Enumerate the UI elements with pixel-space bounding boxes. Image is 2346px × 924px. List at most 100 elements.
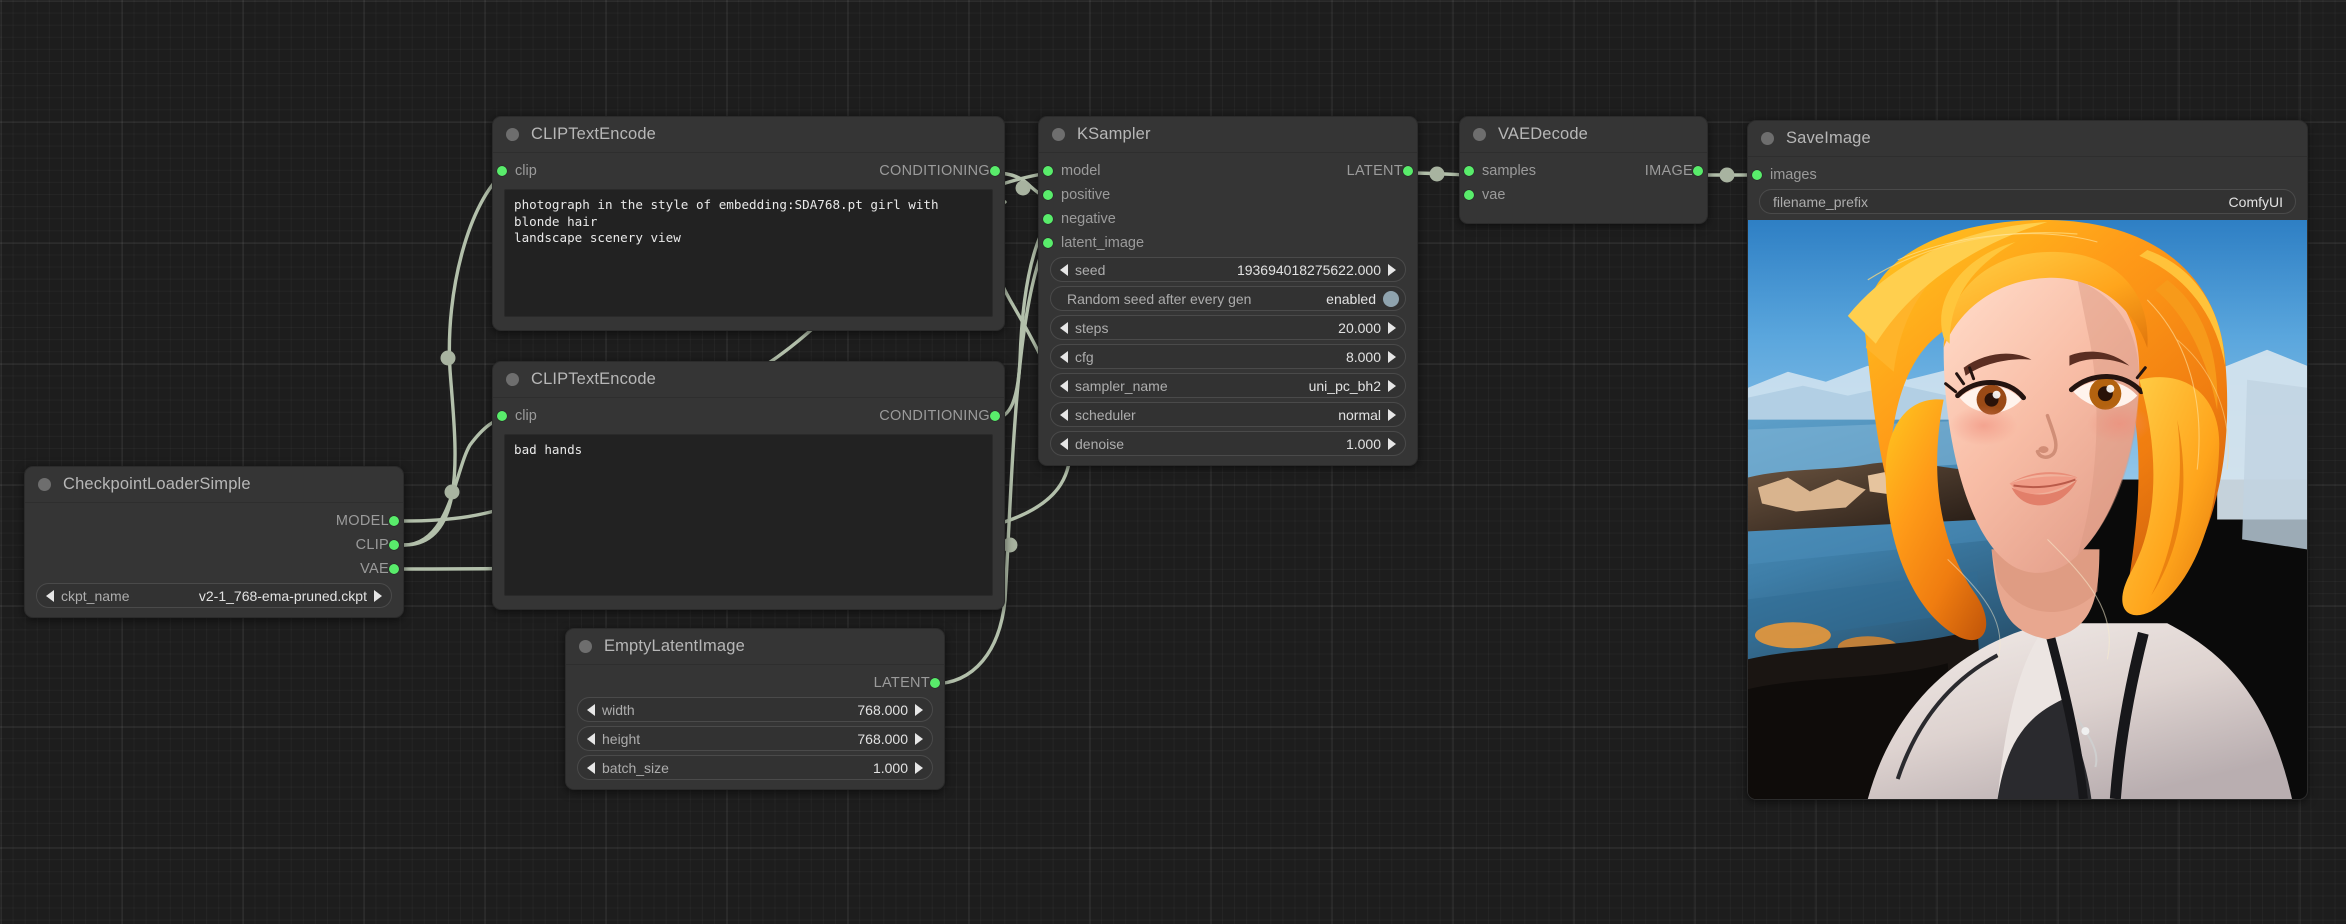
- decrement-arrow-icon[interactable]: [1060, 264, 1068, 276]
- input-slot-vae[interactable]: vae: [1460, 183, 1707, 207]
- io-slot-row-model-latent[interactable]: model LATENT: [1039, 159, 1417, 183]
- widget-ckpt-name[interactable]: ckpt_name v2-1_768-ema-pruned.ckpt: [36, 583, 392, 608]
- increment-arrow-icon[interactable]: [1388, 264, 1396, 276]
- increment-arrow-icon[interactable]: [1388, 409, 1396, 421]
- widget-batch-size[interactable]: batch_size 1.000: [577, 755, 933, 780]
- widget-value: normal: [1338, 407, 1381, 423]
- node-title-label: CLIPTextEncode: [531, 125, 656, 144]
- input-port-dot[interactable]: [1043, 238, 1053, 248]
- increment-arrow-icon[interactable]: [1388, 322, 1396, 334]
- widget-scheduler[interactable]: scheduler normal: [1050, 402, 1406, 427]
- decrement-arrow-icon[interactable]: [1060, 322, 1068, 334]
- output-port-dot[interactable]: [990, 166, 1000, 176]
- node-save-image[interactable]: SaveImage images filename_prefix ComfyUI: [1747, 120, 2308, 800]
- collapse-dot-icon[interactable]: [38, 478, 51, 491]
- decrement-arrow-icon[interactable]: [587, 704, 595, 716]
- increment-arrow-icon[interactable]: [1388, 438, 1396, 450]
- node-title-bar[interactable]: EmptyLatentImage: [566, 629, 944, 665]
- io-slot-row-samples-image[interactable]: samples IMAGE: [1460, 159, 1707, 183]
- prompt-textarea-positive[interactable]: photograph in the style of embedding:SDA…: [504, 189, 993, 317]
- input-port-dot[interactable]: [497, 411, 507, 421]
- widget-cfg[interactable]: cfg 8.000: [1050, 344, 1406, 369]
- increment-arrow-icon[interactable]: [915, 733, 923, 745]
- node-clip-text-encode-positive[interactable]: CLIPTextEncode clip CONDITIONING photogr…: [492, 116, 1005, 331]
- output-port-dot[interactable]: [990, 411, 1000, 421]
- node-title-bar[interactable]: SaveImage: [1748, 121, 2307, 157]
- output-slot-clip[interactable]: CLIP: [25, 533, 403, 557]
- node-title-label: CheckpointLoaderSimple: [63, 475, 251, 494]
- node-checkpoint-loader-simple[interactable]: CheckpointLoaderSimple MODEL CLIP VAE ck…: [24, 466, 404, 618]
- input-port-dot[interactable]: [1043, 166, 1053, 176]
- input-slot-images[interactable]: images: [1748, 163, 2307, 187]
- widget-label: Random seed after every gen: [1067, 291, 1251, 307]
- node-vae-decode[interactable]: VAEDecode samples IMAGE vae: [1459, 116, 1708, 224]
- widget-random-seed-toggle[interactable]: Random seed after every gen enabled: [1050, 286, 1406, 311]
- output-port-dot[interactable]: [389, 564, 399, 574]
- collapse-dot-icon[interactable]: [1052, 128, 1065, 141]
- widget-list: width 768.000 height 768.000 batch_size …: [566, 697, 944, 780]
- widget-label: cfg: [1075, 349, 1094, 365]
- input-slot-latent-image[interactable]: latent_image: [1039, 231, 1417, 255]
- output-port-dot[interactable]: [389, 540, 399, 550]
- collapse-dot-icon[interactable]: [1473, 128, 1486, 141]
- decrement-arrow-icon[interactable]: [1060, 438, 1068, 450]
- output-slot-model[interactable]: MODEL: [25, 509, 403, 533]
- comfyui-graph-canvas[interactable]: .wire { fill:none; stroke:#b3c0ab; strok…: [0, 0, 2346, 924]
- widget-width[interactable]: width 768.000: [577, 697, 933, 722]
- toggle-knob-icon[interactable]: [1383, 291, 1399, 307]
- widget-sampler-name[interactable]: sampler_name uni_pc_bh2: [1050, 373, 1406, 398]
- node-title-bar[interactable]: CheckpointLoaderSimple: [25, 467, 403, 503]
- prompt-textarea-negative[interactable]: bad hands: [504, 434, 993, 596]
- io-slot-row[interactable]: clip CONDITIONING: [493, 404, 1004, 428]
- output-slot-label: CONDITIONING: [879, 163, 990, 179]
- widget-list: seed 193694018275622.000 Random seed aft…: [1039, 257, 1417, 456]
- input-port-dot[interactable]: [1043, 214, 1053, 224]
- output-slot-latent[interactable]: LATENT: [566, 671, 944, 695]
- collapse-dot-icon[interactable]: [506, 128, 519, 141]
- output-port-dot[interactable]: [930, 678, 940, 688]
- decrement-arrow-icon[interactable]: [587, 733, 595, 745]
- decrement-arrow-icon[interactable]: [1060, 409, 1068, 421]
- decrement-arrow-icon[interactable]: [1060, 351, 1068, 363]
- decrement-arrow-icon[interactable]: [1060, 380, 1068, 392]
- widget-denoise[interactable]: denoise 1.000: [1050, 431, 1406, 456]
- link-midpoint-dot-2: [445, 485, 460, 500]
- widget-filename-prefix[interactable]: filename_prefix ComfyUI: [1759, 189, 2296, 214]
- node-title-bar[interactable]: CLIPTextEncode: [493, 362, 1004, 398]
- increment-arrow-icon[interactable]: [915, 762, 923, 774]
- input-port-dot[interactable]: [1464, 166, 1474, 176]
- input-slot-positive[interactable]: positive: [1039, 183, 1417, 207]
- node-ksampler[interactable]: KSampler model LATENT positive negative …: [1038, 116, 1418, 466]
- increment-arrow-icon[interactable]: [1388, 351, 1396, 363]
- collapse-dot-icon[interactable]: [506, 373, 519, 386]
- node-title-bar[interactable]: VAEDecode: [1460, 117, 1707, 153]
- input-port-dot[interactable]: [1043, 190, 1053, 200]
- node-empty-latent-image[interactable]: EmptyLatentImage LATENT width 768.000 he…: [565, 628, 945, 790]
- widget-steps[interactable]: steps 20.000: [1050, 315, 1406, 340]
- decrement-arrow-icon[interactable]: [46, 590, 54, 602]
- generated-image-preview[interactable]: [1748, 220, 2307, 799]
- output-slot-vae[interactable]: VAE: [25, 557, 403, 581]
- output-port-dot[interactable]: [1403, 166, 1413, 176]
- increment-arrow-icon[interactable]: [915, 704, 923, 716]
- node-title-bar[interactable]: KSampler: [1039, 117, 1417, 153]
- widget-height[interactable]: height 768.000: [577, 726, 933, 751]
- node-title-bar[interactable]: CLIPTextEncode: [493, 117, 1004, 153]
- increment-arrow-icon[interactable]: [374, 590, 382, 602]
- node-clip-text-encode-negative[interactable]: CLIPTextEncode clip CONDITIONING bad han…: [492, 361, 1005, 610]
- increment-arrow-icon[interactable]: [1388, 380, 1396, 392]
- input-slot-negative[interactable]: negative: [1039, 207, 1417, 231]
- input-port-dot[interactable]: [497, 166, 507, 176]
- node-title-label: CLIPTextEncode: [531, 370, 656, 389]
- widget-label: width: [602, 702, 635, 718]
- io-slot-row[interactable]: clip CONDITIONING: [493, 159, 1004, 183]
- collapse-dot-icon[interactable]: [579, 640, 592, 653]
- input-slot-label: images: [1770, 167, 1817, 183]
- collapse-dot-icon[interactable]: [1761, 132, 1774, 145]
- output-port-dot[interactable]: [1693, 166, 1703, 176]
- decrement-arrow-icon[interactable]: [587, 762, 595, 774]
- output-port-dot[interactable]: [389, 516, 399, 526]
- widget-seed[interactable]: seed 193694018275622.000: [1050, 257, 1406, 282]
- input-port-dot[interactable]: [1464, 190, 1474, 200]
- input-port-dot[interactable]: [1752, 170, 1762, 180]
